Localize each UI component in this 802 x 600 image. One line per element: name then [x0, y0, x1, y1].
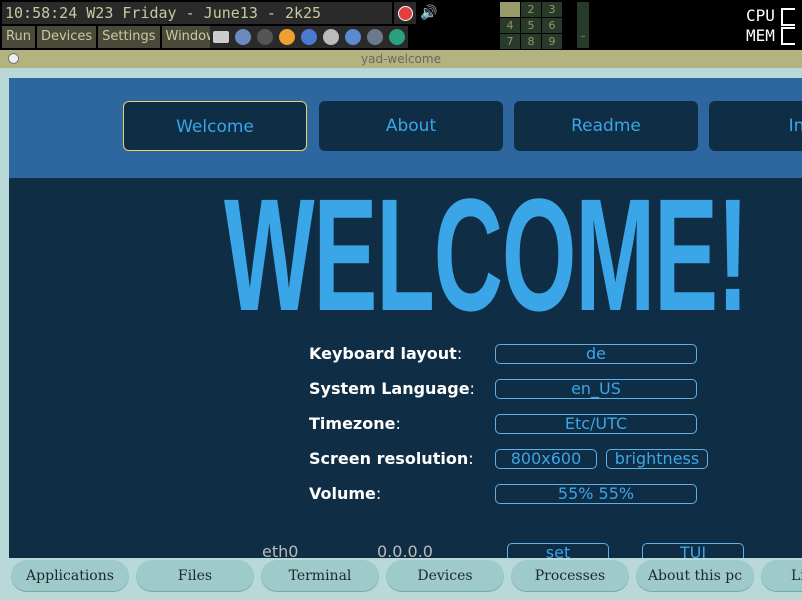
- screen-resolution-button[interactable]: 800x600: [495, 449, 597, 469]
- app-icon[interactable]: [298, 26, 320, 48]
- processes-button[interactable]: Processes: [511, 560, 629, 592]
- menu-settings[interactable]: Settings: [98, 26, 160, 48]
- colon: :: [395, 414, 401, 433]
- pager-toggle[interactable]: –: [577, 2, 589, 48]
- tab-install[interactable]: Ins: [709, 101, 802, 151]
- game-icon[interactable]: [342, 26, 364, 48]
- screen-resolution-label: Screen resolution: [309, 449, 469, 468]
- globe-icon[interactable]: [276, 26, 298, 48]
- system-language-label: System Language: [309, 379, 470, 398]
- workspace-1[interactable]: 1: [500, 2, 520, 17]
- edit-icon[interactable]: [232, 26, 254, 48]
- workspace-7[interactable]: 7: [500, 34, 520, 49]
- monitor-icon[interactable]: [386, 26, 408, 48]
- system-language-button[interactable]: en_US: [495, 379, 697, 399]
- applications-button[interactable]: Applications: [11, 560, 129, 592]
- workspace-6[interactable]: 6: [542, 18, 562, 33]
- window-title: yad-welcome: [361, 52, 441, 66]
- brightness-button[interactable]: brightness: [606, 449, 708, 469]
- welcome-heading: WELCOME!: [224, 165, 749, 344]
- network-ip: 0.0.0.0: [377, 542, 433, 558]
- power-icon[interactable]: [394, 2, 416, 24]
- window-titlebar[interactable]: yad-welcome: [0, 50, 802, 68]
- mem-meter: [780, 27, 795, 45]
- timezone-button[interactable]: Etc/UTC: [495, 414, 697, 434]
- clock: 10:58:24 W23 Friday - June13 - 2k25: [2, 2, 392, 24]
- keyboard-layout-row: Keyboard layout:: [309, 343, 462, 365]
- workspace-3[interactable]: 3: [542, 2, 562, 17]
- system-monitor: CPU MEM: [746, 6, 795, 45]
- menu-run[interactable]: Run: [2, 26, 35, 48]
- top-panel: 10:58:24 W23 Friday - June13 - 2k25 Run …: [0, 0, 802, 50]
- terminal-icon[interactable]: [254, 26, 276, 48]
- workspace-pager: 1 2 3 4 5 6 7 8 9: [500, 2, 562, 49]
- about-this-pc-button[interactable]: About this pc: [636, 560, 754, 592]
- system-language-row: System Language:: [309, 378, 475, 400]
- welcome-content: Welcome About Readme Ins WELCOME! Keyboa…: [9, 78, 802, 558]
- links-button[interactable]: Li: [761, 560, 802, 592]
- cpu-meter: [780, 7, 795, 26]
- mem-label: MEM: [746, 25, 775, 45]
- workspace-4[interactable]: 4: [500, 18, 520, 33]
- menu-devices[interactable]: Devices: [36, 26, 97, 48]
- workspace-9[interactable]: 9: [542, 34, 562, 49]
- tab-about[interactable]: About: [319, 101, 503, 151]
- network-set-button[interactable]: set: [507, 543, 609, 558]
- folder-icon[interactable]: [210, 26, 232, 48]
- workspace-8[interactable]: 8: [521, 34, 541, 49]
- timezone-label: Timezone: [309, 414, 396, 433]
- cpu-label: CPU: [746, 6, 775, 25]
- terminal-button[interactable]: Terminal: [261, 560, 379, 592]
- devices-button[interactable]: Devices: [386, 560, 504, 592]
- network-tui-button[interactable]: TUI: [642, 543, 744, 558]
- workspace-5[interactable]: 5: [521, 18, 541, 33]
- timezone-row: Timezone:: [309, 413, 401, 435]
- window-frame: Welcome About Readme Ins WELCOME! Keyboa…: [0, 68, 802, 600]
- colon: :: [468, 449, 474, 468]
- network-interface: eth0: [262, 542, 299, 558]
- volume-label: Volume: [309, 484, 376, 503]
- tab-readme[interactable]: Readme: [514, 101, 698, 151]
- panel-menubar: Run Devices Settings Windows: [2, 26, 230, 48]
- screen-resolution-row: Screen resolution:: [309, 448, 474, 470]
- volume-row: Volume:: [309, 483, 381, 505]
- volume-button[interactable]: 55% 55%: [495, 484, 697, 504]
- nav-band: Welcome About Readme Ins: [9, 78, 802, 178]
- tab-welcome[interactable]: Welcome: [123, 101, 307, 151]
- settings-icon[interactable]: [364, 26, 386, 48]
- media-icon[interactable]: [320, 26, 342, 48]
- volume-icon[interactable]: 🔊: [420, 2, 450, 24]
- workspace-2[interactable]: 2: [521, 2, 541, 17]
- colon: :: [375, 484, 382, 503]
- files-button[interactable]: Files: [136, 560, 254, 592]
- launcher-bar: [210, 26, 408, 48]
- keyboard-layout-button[interactable]: de: [495, 344, 697, 364]
- colon: :: [469, 379, 475, 398]
- keyboard-layout-label: Keyboard layout: [309, 344, 457, 363]
- bottom-dock: Applications Files Terminal Devices Proc…: [0, 558, 802, 600]
- colon: :: [456, 344, 463, 363]
